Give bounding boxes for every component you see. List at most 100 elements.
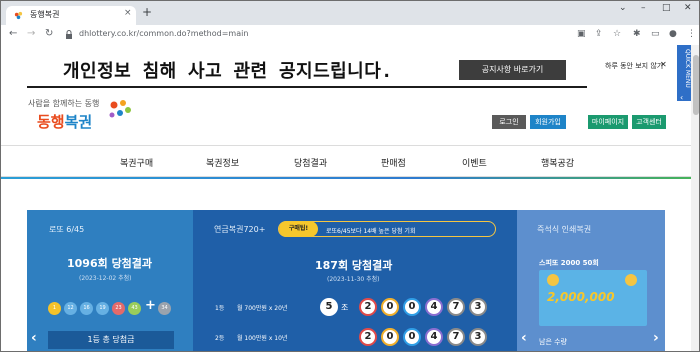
ticket-name: 스피또 2000 50회: [539, 259, 599, 267]
notice-banner: 개인정보 침해 사고 관련 공지드립니다. 공지사항 바로가기: [27, 49, 587, 89]
tab-title: 동행복권: [30, 10, 60, 19]
tab-strip: 동행복권 × + ⌄ – □ ✕: [1, 1, 699, 25]
back-icon[interactable]: ←: [9, 28, 17, 39]
scroll-thumb[interactable]: [693, 55, 699, 115]
site-logo[interactable]: 동행복권: [37, 111, 92, 132]
pension-ball: 4: [425, 328, 443, 346]
camera-off-icon[interactable]: ▣: [577, 29, 586, 39]
pill-text: 로또6/45보다 14배 높은 당첨 기회: [326, 228, 416, 235]
tab-main[interactable]: 동행복권 ×: [6, 6, 136, 25]
pension-ball: 4: [425, 298, 443, 316]
pension-ball: 3: [469, 328, 487, 346]
row2-rank: 2등: [215, 335, 225, 342]
nav-item-events[interactable]: 이벤트: [462, 156, 487, 169]
pension-ball: 3: [469, 298, 487, 316]
scrollbar[interactable]: [691, 45, 699, 351]
support-button[interactable]: 고객센터: [632, 115, 666, 129]
page-content: 개인정보 침해 사고 관련 공지드립니다. 공지사항 바로가기 하루 동안 보지…: [1, 45, 699, 351]
pension720-date: (2023-11-30 추첨): [327, 276, 380, 283]
pension-ball: 0: [403, 298, 421, 316]
speetto-ticket[interactable]: 2,000,000: [539, 270, 647, 326]
pension-ball: 7: [447, 328, 465, 346]
forward-icon[interactable]: →: [27, 28, 35, 39]
pension-ball: 0: [403, 328, 421, 346]
banner-text: 개인정보 침해 사고 관련 공지드립니다.: [63, 61, 393, 82]
minimize-icon[interactable]: –: [641, 3, 646, 13]
prev-arrow-icon[interactable]: ‹: [521, 330, 527, 346]
pension-ball: 2: [359, 328, 377, 346]
chevron-down-icon[interactable]: ⌄: [619, 3, 627, 13]
lotto-ball: 12: [64, 302, 77, 315]
nav-item-stores[interactable]: 판매점: [381, 156, 406, 169]
lottery-favicon-icon: [14, 11, 23, 20]
group-ball: 5: [320, 298, 338, 316]
pension-ball: 7: [447, 298, 465, 316]
lotto645-title[interactable]: 로또 6/45: [49, 224, 84, 235]
next-arrow-icon[interactable]: ›: [653, 330, 659, 346]
lotto-ball: 23: [112, 302, 125, 315]
address-bar[interactable]: dhlottery.co.kr/common.do?method=main: [79, 29, 248, 38]
banner-divider: [27, 86, 587, 88]
quick-menu-tab[interactable]: QUICK MENU ‹: [677, 45, 691, 102]
nav-divider-top: [1, 145, 691, 146]
login-button[interactable]: 로그인: [492, 115, 526, 129]
pension720-panel: 연금복권720+ 구매팁! 로또6/45보다 14배 높은 당첨 기회 187회…: [193, 210, 517, 351]
notice-link-button[interactable]: 공지사항 바로가기: [459, 60, 566, 80]
nav-item-buy[interactable]: 복권구매: [120, 156, 153, 169]
kebab-icon[interactable]: ⋮: [687, 29, 696, 39]
purchase-tip-pill[interactable]: 구매팁! 로또6/45보다 14배 높은 당첨 기회: [278, 221, 496, 237]
coin-icon: [625, 274, 637, 286]
lotto645-panel: 로또 6/45 1096회 당첨결과 (2023-12-02 추첨) 1 12 …: [27, 210, 193, 351]
nav-item-results[interactable]: 당첨결과: [294, 156, 327, 169]
prev-arrow-icon[interactable]: ‹: [31, 330, 37, 346]
lotto645-date: (2023-12-02 추첨): [79, 275, 132, 282]
logo-burst-icon: [109, 100, 131, 118]
instant-panel: 즉석식 인쇄복권 스피또 2000 50회 2,000,000 남은 수량 ‹ …: [517, 210, 665, 351]
lotto-ball: 1: [48, 302, 61, 315]
lotto-ball: 16: [80, 302, 93, 315]
bonus-ball: 34: [158, 302, 171, 315]
ticket-amount: 2,000,000: [547, 290, 615, 304]
quick-menu-label: QUICK MENU: [684, 49, 691, 88]
signup-button[interactable]: 회원가입: [530, 115, 566, 129]
hide-today-link[interactable]: 하루 동안 보지 않기: [605, 61, 663, 71]
pill-tag: 구매팁!: [279, 221, 318, 237]
browser-toolbar: ← → ↻ dhlottery.co.kr/common.do?method=m…: [1, 25, 699, 45]
pension-ball: 0: [381, 328, 399, 346]
browser-window: 동행복권 × + ⌄ – □ ✕ ← → ↻ dhlottery.co.kr/c…: [0, 0, 700, 352]
jo-label: 조: [341, 303, 349, 312]
nav-item-happiness[interactable]: 행복공감: [541, 156, 574, 169]
mypage-button[interactable]: 마이페이지: [588, 115, 628, 129]
logo-text-a: 동행: [37, 113, 65, 131]
new-tab-icon[interactable]: +: [142, 6, 152, 18]
extension-icon[interactable]: ✱: [633, 29, 641, 39]
logo-text-b: 복권: [64, 113, 93, 131]
tab-close-icon[interactable]: ×: [124, 8, 132, 18]
logo-tagline: 사람을 함께하는 동행: [28, 99, 100, 108]
instant-title[interactable]: 즉석식 인쇄복권: [537, 224, 591, 235]
profile-icon[interactable]: ●: [669, 29, 677, 39]
row1-prize: 월 700만원 x 20년: [237, 305, 288, 312]
chevron-left-icon: ‹: [680, 93, 684, 102]
plus-sign: +: [145, 298, 156, 313]
pension720-title[interactable]: 연금복권720+: [214, 224, 265, 235]
banner-close-icon[interactable]: ✕: [660, 60, 667, 69]
nav-item-info[interactable]: 복권정보: [206, 156, 239, 169]
window-close-icon[interactable]: ✕: [684, 3, 692, 13]
lock-icon[interactable]: [65, 30, 73, 39]
lotto-ball: 19: [96, 302, 109, 315]
row2-prize: 월 100만원 x 10년: [237, 335, 288, 342]
lotto-ball: 43: [128, 302, 141, 315]
star-icon[interactable]: ☆: [613, 29, 621, 39]
sidebar-icon[interactable]: ▭: [651, 29, 660, 39]
maximize-icon[interactable]: □: [662, 3, 671, 13]
pension-ball: 0: [381, 298, 399, 316]
remaining-label: 남은 수량: [539, 338, 567, 346]
share-icon[interactable]: ⇪: [595, 29, 603, 39]
row1-rank: 1등: [215, 305, 225, 312]
first-prize-button[interactable]: 1등 총 당첨금: [48, 331, 174, 349]
reload-icon[interactable]: ↻: [45, 28, 53, 39]
lotto645-round: 1096회 당첨결과: [67, 257, 153, 270]
pension-ball: 2: [359, 298, 377, 316]
coin-icon: [547, 274, 559, 286]
